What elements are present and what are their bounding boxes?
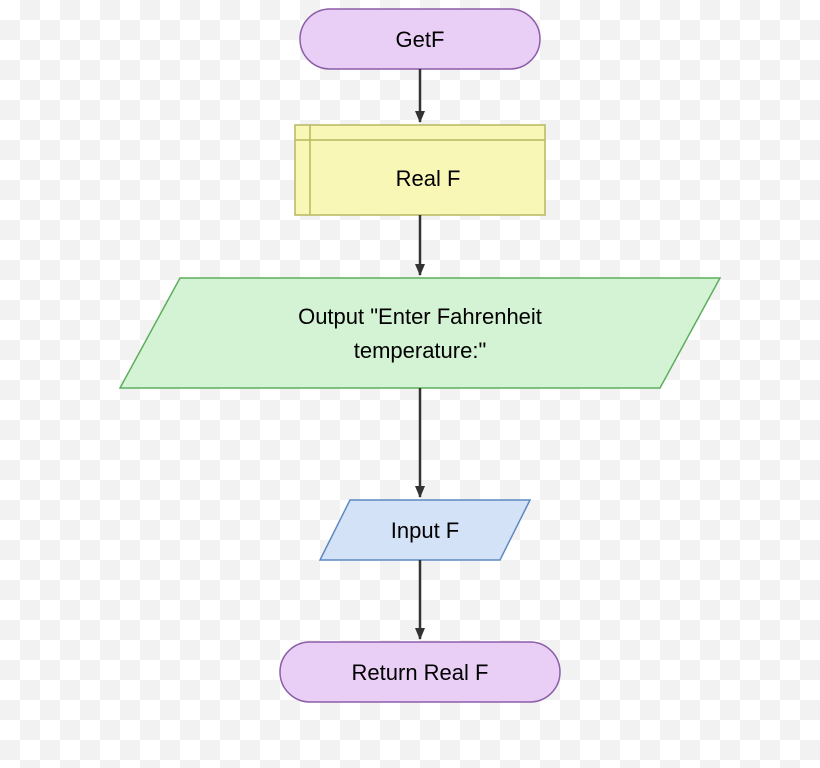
node-start: GetF — [300, 9, 540, 69]
flowchart-canvas: GetF Real F Output "Enter Fahrenheit tem… — [0, 0, 820, 768]
flowchart-svg: GetF Real F Output "Enter Fahrenheit tem… — [0, 0, 820, 768]
node-start-label: GetF — [396, 27, 445, 52]
node-return: Return Real F — [280, 642, 560, 702]
node-input: Input F — [320, 500, 530, 560]
node-declare-label: Real F — [396, 166, 461, 191]
node-declare: Real F — [295, 125, 545, 215]
io-shape-icon — [120, 278, 720, 388]
node-output-label-line1: Output "Enter Fahrenheit — [298, 304, 542, 329]
node-output-label-line2: temperature:" — [354, 338, 487, 363]
node-input-label: Input F — [391, 518, 459, 543]
node-output: Output "Enter Fahrenheit temperature:" — [120, 278, 720, 388]
node-return-label: Return Real F — [352, 660, 489, 685]
